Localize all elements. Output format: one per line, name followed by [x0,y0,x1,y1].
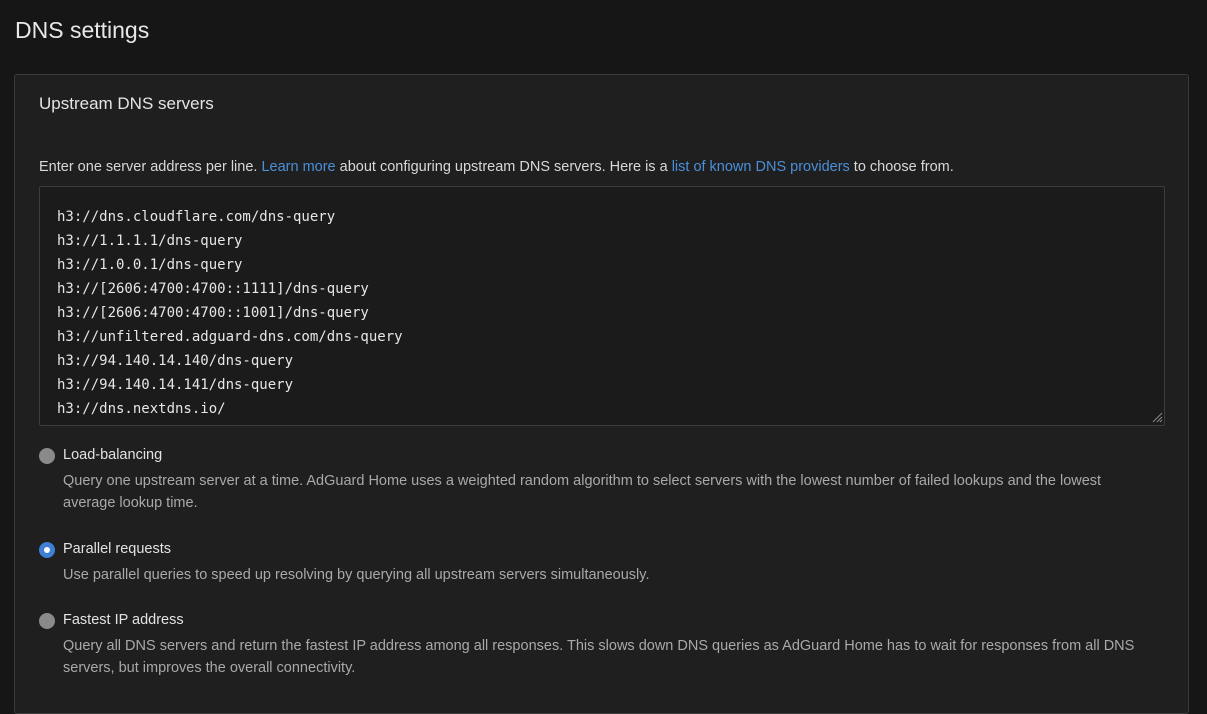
hint-text-middle: about configuring upstream DNS servers. … [335,159,672,175]
fastest-ip-label[interactable]: Fastest IP address [63,612,184,628]
learn-more-link[interactable]: Learn more [261,159,335,175]
parallel-requests-description: Use parallel queries to speed up resolvi… [63,567,650,583]
hint-text-prefix: Enter one server address per line. [39,159,262,175]
load-balancing-label[interactable]: Load-balancing [63,447,162,463]
parallel-requests-label[interactable]: Parallel requests [63,541,171,557]
upstream-hint: Enter one server address per line. Learn… [39,159,954,175]
fastest-ip-radio[interactable] [39,613,55,629]
upstream-dns-card: Upstream DNS servers Enter one server ad… [14,74,1189,714]
hint-text-suffix: to choose from. [849,159,954,175]
fastest-ip-description: Query all DNS servers and return the fas… [63,638,1135,676]
parallel-requests-radio[interactable] [39,542,55,558]
load-balancing-radio[interactable] [39,448,55,464]
card-title: Upstream DNS servers [39,94,214,113]
resize-handle-icon[interactable] [1151,411,1163,423]
load-balancing-description: Query one upstream server at a time. AdG… [63,473,1102,511]
upstream-servers-textarea[interactable]: h3://dns.cloudflare.com/dns-query h3://1… [39,186,1165,426]
page-title: DNS settings [15,17,150,43]
dns-providers-link[interactable]: list of known DNS providers [672,159,850,175]
